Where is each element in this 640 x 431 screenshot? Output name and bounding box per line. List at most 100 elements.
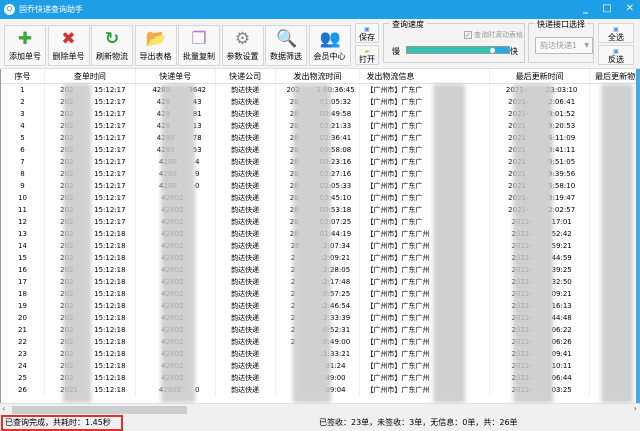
table-cell: 【广州市】广东广: [360, 216, 490, 228]
table-cell: 13: [1, 228, 45, 240]
cell-text: 15:12:17: [94, 194, 125, 202]
results-table[interactable]: 序号查单时间快递单号快递公司发出物流时间发出物流信息最后更新时间最后更新物流 1…: [0, 69, 640, 403]
cell-text: 【广州市】广东广州: [366, 326, 429, 334]
table-cell: 韵达快递: [216, 228, 276, 240]
table-cell: 韵达快递: [216, 96, 276, 108]
cell-text: 12: [18, 218, 27, 226]
column-header[interactable]: 最后更新时间: [490, 69, 590, 83]
cell-text: 【广州市】广东广州: [366, 362, 429, 370]
column-header[interactable]: 最后更新物流: [590, 69, 640, 83]
toolbar-button-6[interactable]: ⚙参数设置: [222, 25, 264, 66]
minimize-button[interactable]: _: [583, 3, 588, 14]
scrollbar-thumb[interactable]: [12, 406, 187, 414]
table-cell: 韵达快递: [216, 192, 276, 204]
invert-select-button[interactable]: ▣反选: [598, 45, 634, 65]
column-header[interactable]: 查单时间: [45, 69, 136, 83]
cell-text: 15:12:17: [94, 134, 125, 142]
table-cell: 韵达快递: [216, 336, 276, 348]
cell-text: 韵达快递: [231, 362, 259, 370]
table-cell: 22: [1, 336, 45, 348]
scroll-table-checkbox[interactable]: ✓查询时滚动表格: [464, 30, 523, 40]
toolbar-button-7[interactable]: 🔍数据筛选: [265, 25, 307, 66]
table-cell: 韵达快递: [216, 360, 276, 372]
table-cell: 韵达快递: [216, 252, 276, 264]
cell-text: 15: [18, 254, 27, 262]
cell-text: 0: [195, 182, 199, 190]
vertical-scrollbar[interactable]: [636, 69, 640, 403]
table-cell: 【广州市】广东广州: [360, 384, 490, 396]
table-cell: 【广州市】广东广: [360, 156, 490, 168]
cell-text: 15:12:17: [94, 122, 125, 130]
api-select[interactable]: 韵达快递1▼: [535, 37, 593, 54]
table-cell: 韵达快递: [216, 180, 276, 192]
search-filter-icon: 🔍: [276, 29, 296, 49]
scroll-left-icon[interactable]: ‹: [2, 404, 5, 413]
cell-text: 15:12:18: [94, 290, 125, 298]
table-cell: 【广州市】广东广: [360, 84, 490, 96]
cell-text: 【广州市】广东广: [366, 182, 422, 190]
cell-text: 15:12:17: [94, 98, 125, 106]
toolbar-button-3[interactable]: ↻刷新物流: [91, 25, 133, 66]
cell-text: 韵达快递: [231, 242, 259, 250]
toolbar-button-1[interactable]: ✚添加单号: [4, 25, 46, 66]
horizontal-scrollbar[interactable]: ‹ ›: [0, 403, 640, 415]
cell-text: 15:12:18: [94, 386, 125, 394]
cell-text: 韵达快递: [231, 266, 259, 274]
maximize-button[interactable]: □: [602, 3, 611, 14]
cell-text: 15:12:18: [94, 326, 125, 334]
cell-text: 韵达快递: [231, 182, 259, 190]
cell-text: 韵达快递: [231, 206, 259, 214]
table-cell: 21: [1, 324, 45, 336]
cell-text: 【广州市】广东广州: [366, 242, 429, 250]
scroll-right-icon[interactable]: ›: [634, 404, 637, 413]
slow-label: 慢: [392, 46, 400, 57]
column-header[interactable]: 发出物流时间: [276, 69, 361, 83]
toolbar-button-5[interactable]: ❐批量复制: [178, 25, 220, 66]
cell-text: 【广州市】广东广州: [366, 266, 429, 274]
cell-text: 59:21: [552, 242, 572, 250]
cell-text: 15:12:17: [94, 218, 125, 226]
table-cell: 【广州市】广东广州: [360, 312, 490, 324]
table-cell: 【广州市】广东广州: [360, 240, 490, 252]
select-all-button[interactable]: ▣全选: [598, 23, 634, 43]
table-cell: 1: [1, 84, 45, 96]
toolbar-button-8[interactable]: 👥会员中心: [309, 25, 351, 66]
close-button[interactable]: ✕: [626, 3, 634, 14]
cell-text: 【广州市】广东广州: [366, 230, 429, 238]
table-cell: 9: [1, 180, 45, 192]
toolbar-button-2[interactable]: ✖删除单号: [48, 25, 90, 66]
cell-text: 15:12:17: [94, 146, 125, 154]
cell-text: 【广州市】广东广州: [366, 386, 429, 394]
table-cell: 19: [1, 300, 45, 312]
cell-text: 韵达快递: [231, 314, 259, 322]
cell-text: 韵达快递: [231, 170, 259, 178]
save-button[interactable]: ▣保存: [355, 23, 379, 43]
fast-label: 快: [510, 46, 518, 57]
cell-text: 11: [18, 206, 27, 214]
column-header[interactable]: 快递单号: [136, 69, 216, 83]
table-cell: 15: [1, 252, 45, 264]
table-cell: 韵达快递: [216, 132, 276, 144]
table-cell: 韵达快递: [216, 204, 276, 216]
column-header[interactable]: 快递公司: [216, 69, 276, 83]
toolbar-button-4[interactable]: 📂导出表格: [135, 25, 177, 66]
table-cell: 7: [1, 156, 45, 168]
column-header[interactable]: 发出物流信息: [360, 69, 490, 83]
cell-text: 13: [18, 230, 27, 238]
column-header[interactable]: 序号: [1, 69, 45, 83]
table-cell: 26: [1, 384, 45, 396]
cell-text: 3: [20, 110, 24, 118]
cell-text: 15:12:18: [94, 350, 125, 358]
cell-text: 韵达快递: [231, 278, 259, 286]
cell-text: 【广州市】广东广州: [366, 302, 429, 310]
refresh-icon: ↻: [102, 29, 122, 49]
slider-knob[interactable]: [490, 48, 495, 53]
table-cell: 韵达快递: [216, 372, 276, 384]
open-button[interactable]: ▰打开: [355, 45, 379, 65]
cell-text: 15:12:18: [94, 266, 125, 274]
table-cell: 【广州市】广东广州: [360, 228, 490, 240]
select-all-label: 全选: [608, 33, 624, 42]
table-cell: 韵达快递: [216, 216, 276, 228]
table-cell: 【广州市】广东广州: [360, 360, 490, 372]
speed-slider[interactable]: [406, 46, 510, 54]
